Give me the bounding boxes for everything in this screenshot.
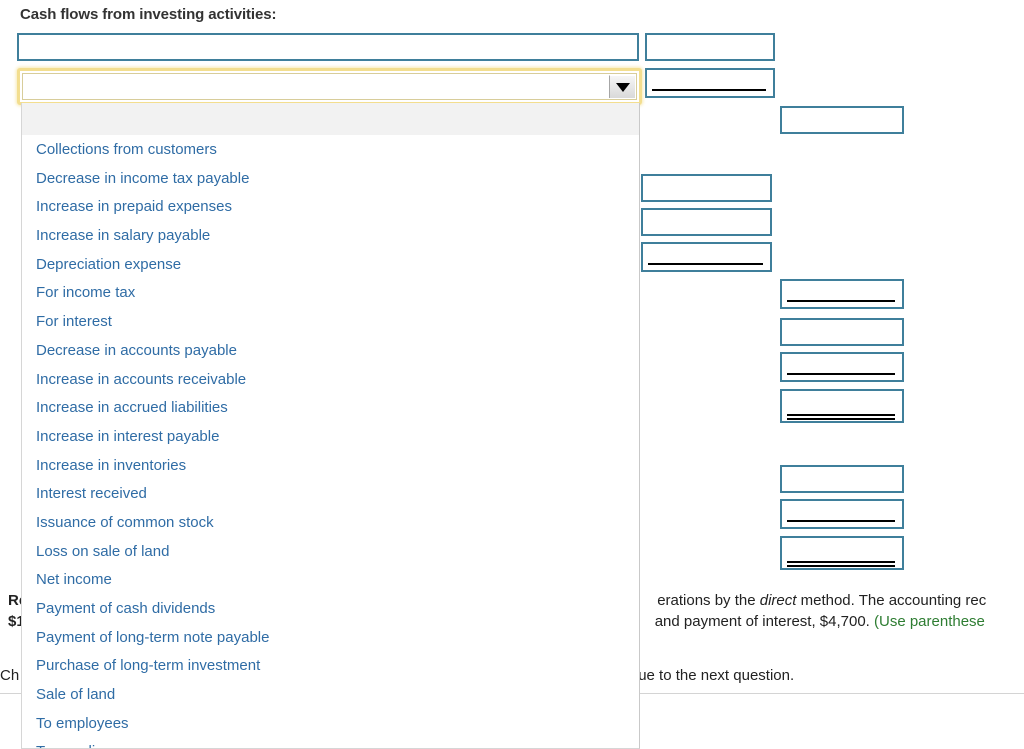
- account-select[interactable]: [17, 68, 642, 105]
- dropdown-option[interactable]: Increase in inventories: [22, 452, 639, 481]
- dropdown-option[interactable]: Loss on sale of land: [22, 538, 639, 567]
- dropdown-option[interactable]: Increase in salary payable: [22, 222, 639, 251]
- amount-input-b1[interactable]: [645, 33, 775, 61]
- dropdown-option[interactable]: Increase in accounts receivable: [22, 366, 639, 395]
- amount-input-c6[interactable]: [780, 465, 904, 493]
- total-rule: [787, 300, 895, 302]
- dropdown-option[interactable]: Sale of land: [22, 681, 639, 710]
- amount-input-b3[interactable]: [641, 174, 772, 202]
- amount-input-c4[interactable]: [780, 352, 904, 382]
- dropdown-option[interactable]: Purchase of long-term investment: [22, 652, 639, 681]
- dropdown-option[interactable]: Issuance of common stock: [22, 509, 639, 538]
- amount-input-c1[interactable]: [780, 106, 904, 134]
- amount-input-b2[interactable]: [645, 68, 775, 98]
- total-rule: [652, 89, 766, 91]
- total-rule: [787, 373, 895, 375]
- page-title: Cash flows from investing activities:: [20, 6, 277, 23]
- dropdown-option[interactable]: Increase in accrued liabilities: [22, 394, 639, 423]
- dropdown-options-container: Collections from customers Decrease in in…: [22, 136, 639, 748]
- continue-prefix: Ch: [0, 667, 20, 684]
- dropdown-option[interactable]: To suppliers: [22, 738, 639, 748]
- dropdown-option[interactable]: For income tax: [22, 279, 639, 308]
- account-dropdown-list[interactable]: Collections from customers Decrease in in…: [21, 103, 640, 749]
- dropdown-option[interactable]: Decrease in income tax payable: [22, 165, 639, 194]
- dropdown-option[interactable]: For interest: [22, 308, 639, 337]
- total-rule: [787, 520, 895, 522]
- dropdown-option[interactable]: Interest received: [22, 480, 639, 509]
- continue-tail: ue to the next question.: [638, 667, 795, 684]
- dropdown-option[interactable]: Increase in interest payable: [22, 423, 639, 452]
- amount-input-b4[interactable]: [641, 208, 772, 236]
- requirement-hint: (Use parenthese: [874, 613, 985, 630]
- amount-input-a1[interactable]: [17, 33, 639, 61]
- chevron-down-icon[interactable]: [609, 75, 635, 98]
- dropdown-option[interactable]: Increase in prepaid expenses: [22, 193, 639, 222]
- dropdown-option[interactable]: Depreciation expense: [22, 251, 639, 280]
- total-rule: [648, 263, 763, 265]
- requirement-emphasis: direct: [759, 592, 797, 609]
- amount-input-c5[interactable]: [780, 389, 904, 423]
- account-select-field[interactable]: [22, 73, 637, 100]
- requirement-line-1-text-b: method. The accounting rec: [796, 592, 987, 609]
- dropdown-option-blank[interactable]: [22, 103, 639, 136]
- amount-input-b5[interactable]: [641, 242, 772, 272]
- dropdown-option[interactable]: Payment of long-term note payable: [22, 624, 639, 653]
- amount-input-c3[interactable]: [780, 318, 904, 346]
- dropdown-option[interactable]: Payment of cash dividends: [22, 595, 639, 624]
- amount-input-c7[interactable]: [780, 499, 904, 529]
- amount-input-c8[interactable]: [780, 536, 904, 570]
- dropdown-option[interactable]: Decrease in accounts payable: [22, 337, 639, 366]
- grand-total-rule: [787, 561, 895, 563]
- dropdown-option[interactable]: To employees: [22, 710, 639, 739]
- requirement-line-2-text: and payment of interest, $4,700.: [654, 613, 874, 630]
- dropdown-option[interactable]: Net income: [22, 566, 639, 595]
- requirement-line-1-text-a: erations by the: [657, 592, 760, 609]
- amount-input-c2[interactable]: [780, 279, 904, 309]
- dropdown-option[interactable]: Collections from customers: [22, 136, 639, 165]
- grand-total-rule: [787, 414, 895, 416]
